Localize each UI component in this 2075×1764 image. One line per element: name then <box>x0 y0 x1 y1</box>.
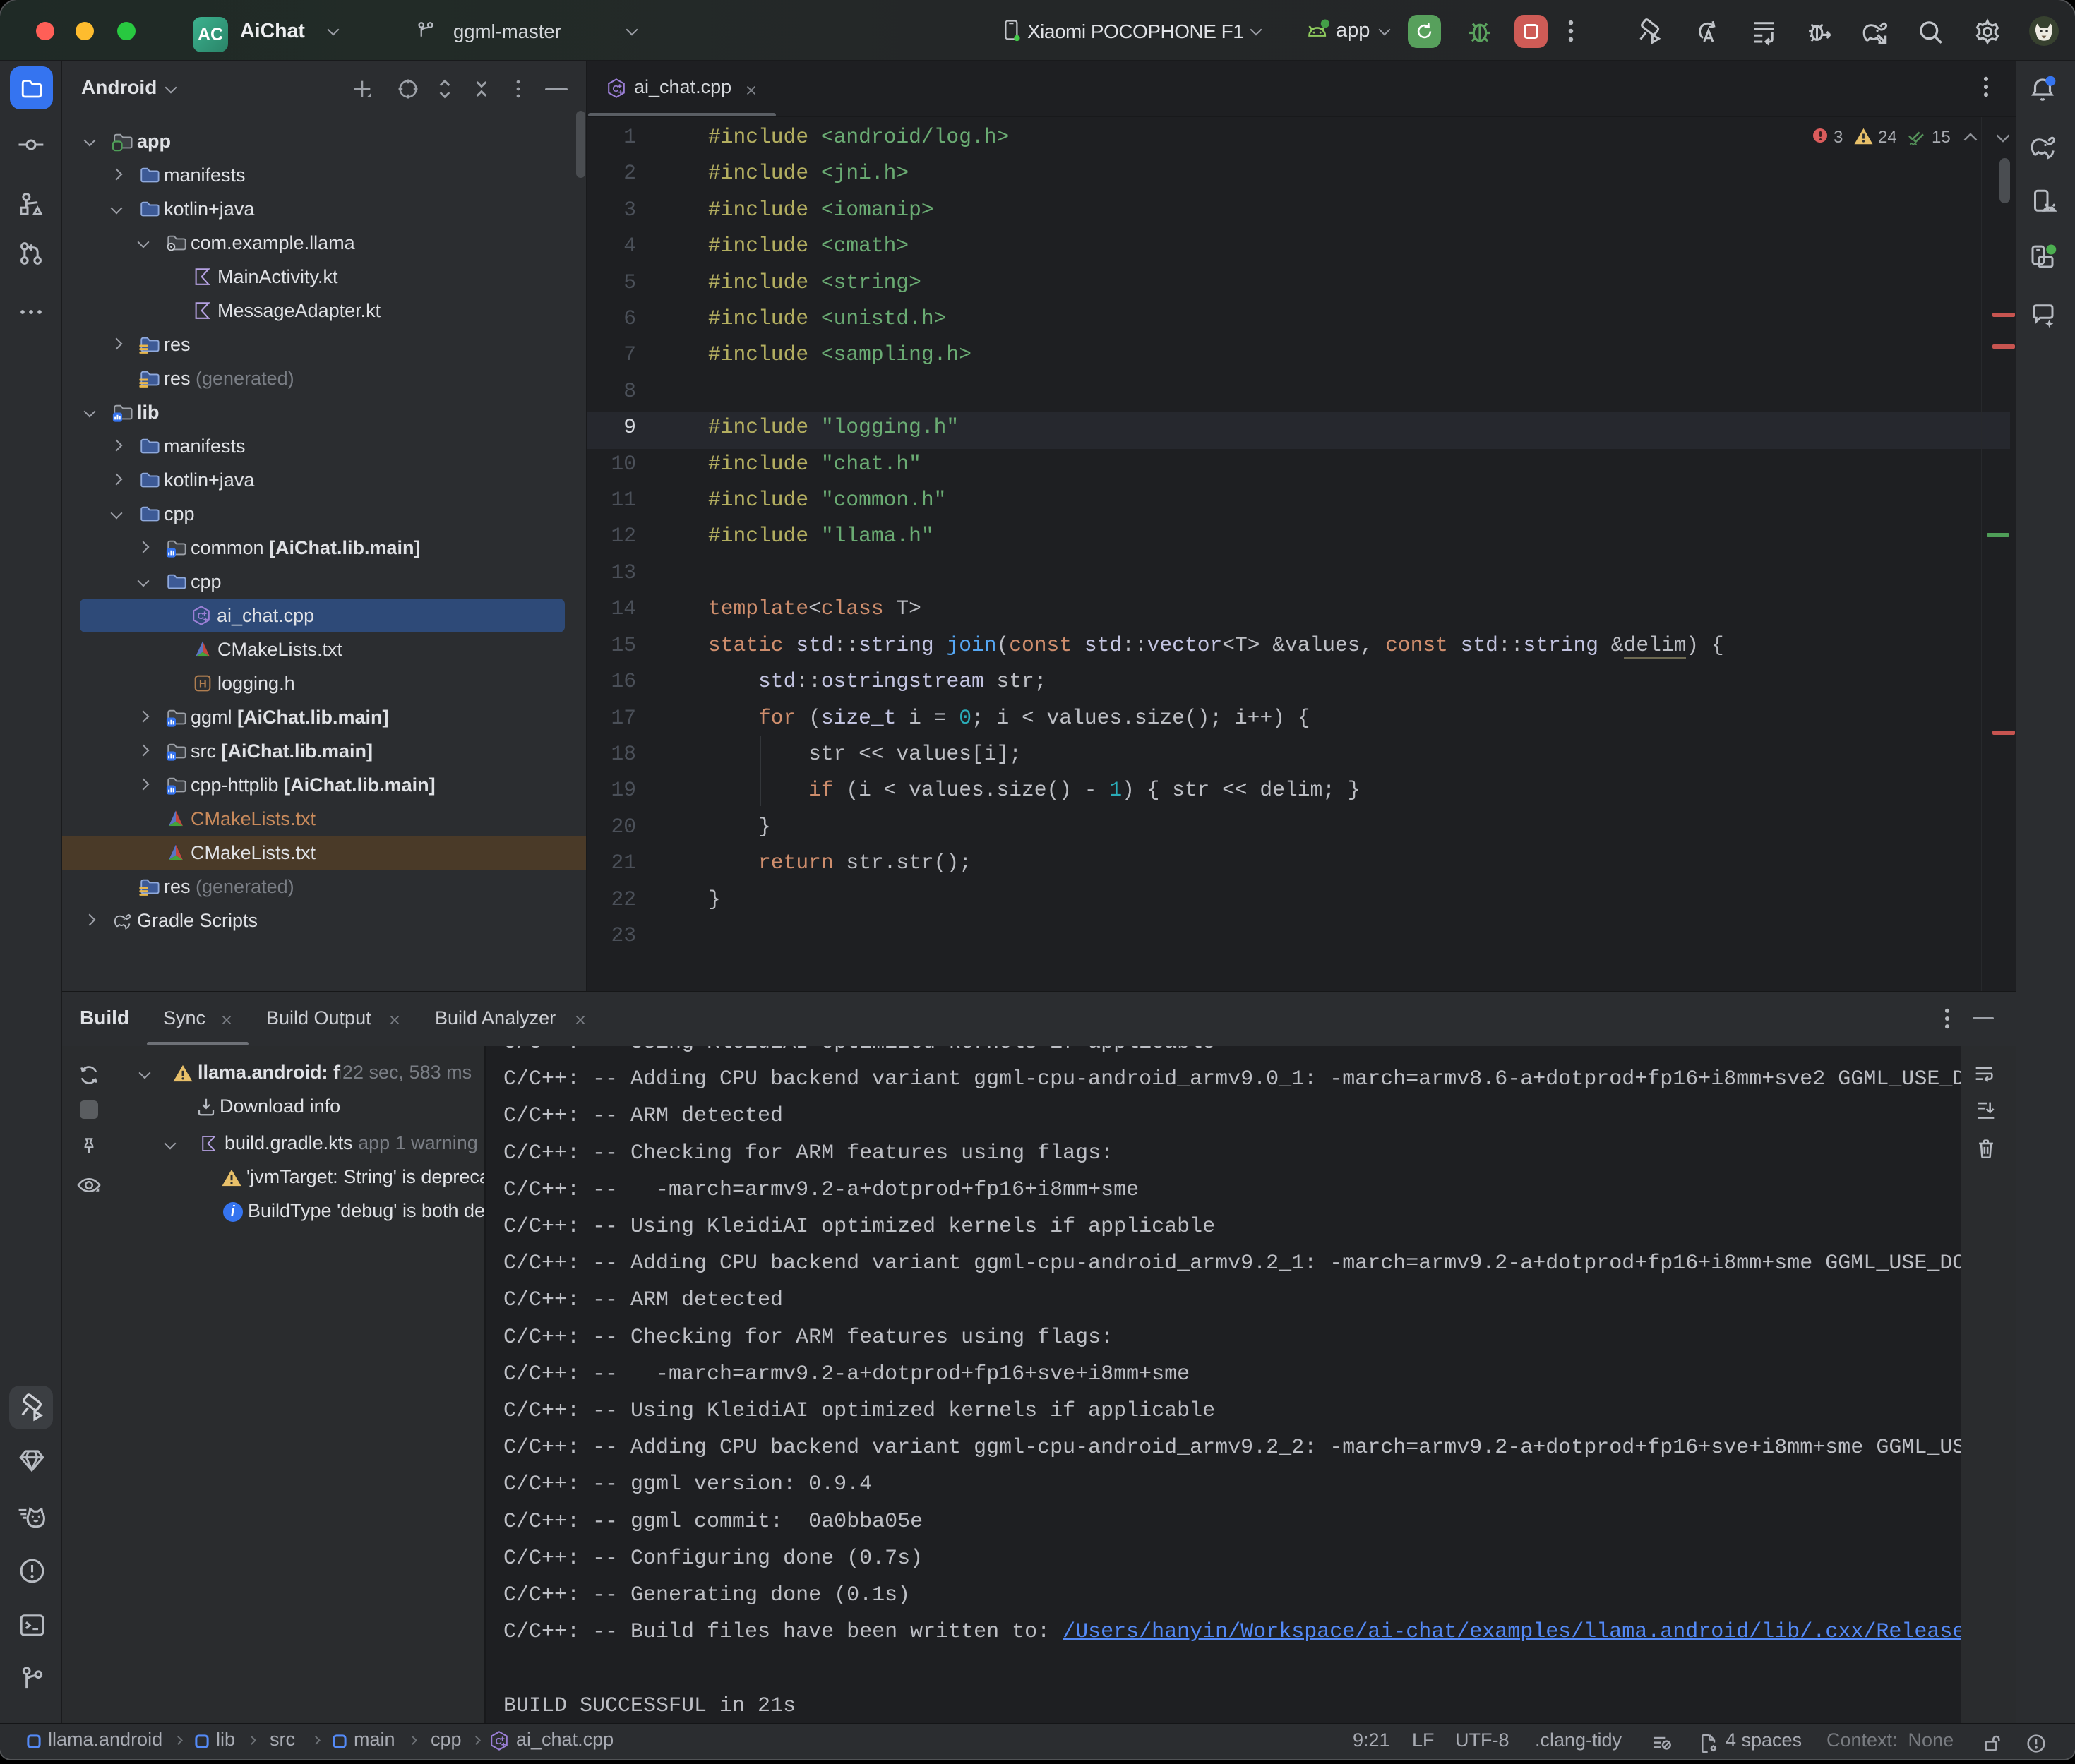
svg-text:H: H <box>199 678 207 690</box>
